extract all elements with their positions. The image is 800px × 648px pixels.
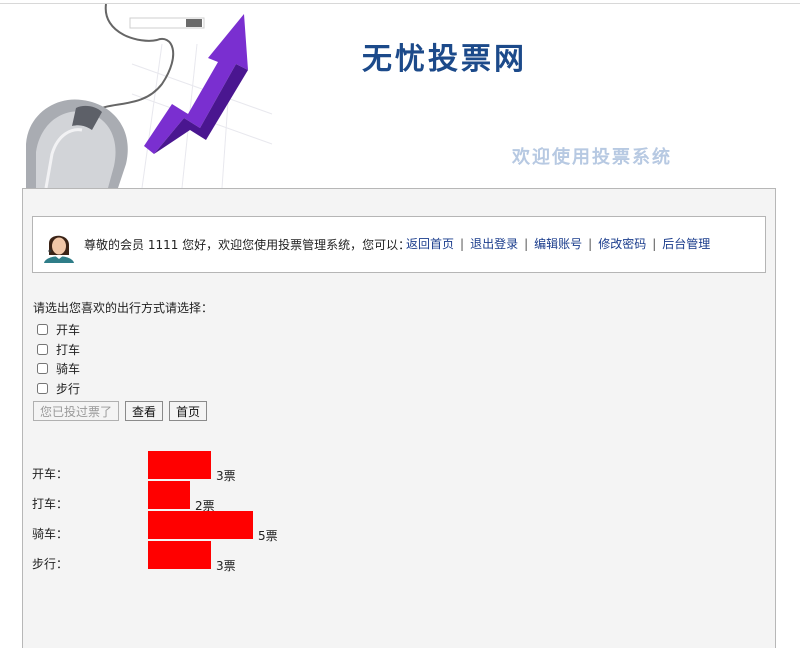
home-link[interactable]: 返回首页	[406, 237, 454, 251]
option-walk[interactable]: 步行	[33, 379, 213, 399]
option-label: 开车	[56, 323, 81, 338]
admin-link[interactable]: 后台管理	[662, 237, 710, 251]
nav-separator: |	[652, 237, 657, 251]
option-label: 骑车	[56, 362, 81, 377]
edit-account-link[interactable]: 编辑账号	[534, 237, 582, 251]
option-bike-checkbox[interactable]	[37, 363, 48, 375]
banner-mouse-arrow-image	[26, 4, 273, 188]
user-bar: 尊敬的会员 1111 您好，欢迎您使用投票管理系统，您可以： 返回首页 | 退出登录…	[32, 216, 766, 273]
vote-prompt: 请选出您喜欢的出行方式请选择：	[33, 301, 214, 315]
site-title: 无忧投票网	[362, 42, 527, 77]
site-slogan: 欢迎使用投票系统	[512, 147, 672, 168]
home-button[interactable]: 首页	[169, 401, 208, 421]
page-header: 无忧投票网 欢迎使用投票系统	[0, 0, 800, 188]
result-bar	[148, 511, 253, 539]
result-count: 3票	[216, 559, 236, 573]
result-bar	[148, 451, 211, 479]
welcome-message: 尊敬的会员 1111 您好，欢迎您使用投票管理系统，您可以：	[84, 238, 411, 252]
option-label: 步行	[56, 381, 81, 396]
result-bar	[148, 481, 190, 509]
view-button[interactable]: 查看	[125, 401, 164, 421]
nav-separator: |	[460, 237, 465, 251]
option-bike[interactable]: 骑车	[33, 359, 213, 379]
option-drive-checkbox[interactable]	[37, 324, 48, 336]
option-label: 打车	[56, 342, 81, 357]
nav-separator: |	[588, 237, 593, 251]
logout-link[interactable]: 退出登录	[470, 237, 518, 251]
option-taxi[interactable]: 打车	[33, 340, 213, 360]
option-walk-checkbox[interactable]	[37, 382, 48, 394]
result-label: 打车：	[32, 497, 69, 511]
user-nav: 返回首页 | 退出登录 | 编辑账号 | 修改密码 | 后台管理	[406, 235, 710, 252]
vote-buttons: 您已投过票了 查看 首页	[33, 401, 213, 421]
main-panel: 尊敬的会员 1111 您好，欢迎您使用投票管理系统，您可以： 返回首页 | 退出登录…	[22, 188, 776, 648]
result-row: 骑车： 5票	[23, 511, 775, 543]
result-row: 步行： 3票	[23, 541, 775, 573]
vote-form: 请选出您喜欢的出行方式请选择： 开车 打车 骑车 步行 您已投过票了 查看 首页	[33, 299, 213, 421]
result-row: 开车： 3票	[23, 451, 775, 483]
result-row: 打车： 2票	[23, 481, 775, 513]
already-voted-button[interactable]: 您已投过票了	[33, 401, 120, 421]
option-taxi-checkbox[interactable]	[37, 343, 48, 355]
nav-separator: |	[524, 237, 529, 251]
user-avatar-icon	[42, 229, 76, 263]
change-password-link[interactable]: 修改密码	[598, 237, 646, 251]
result-label: 步行：	[32, 557, 69, 571]
result-label: 骑车：	[32, 527, 69, 541]
result-label: 开车：	[32, 467, 69, 481]
result-bar	[148, 541, 211, 569]
option-drive[interactable]: 开车	[33, 320, 213, 340]
